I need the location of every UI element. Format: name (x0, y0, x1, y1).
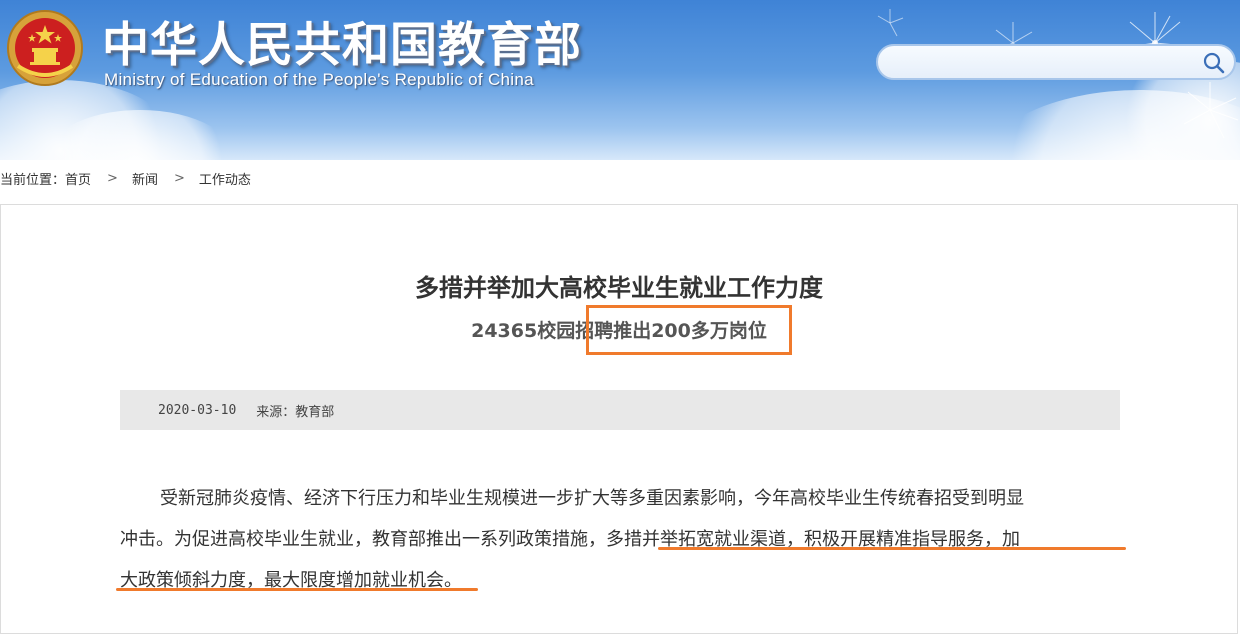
highlight-annotation-box (586, 305, 792, 355)
paragraph-line: 冲击。为促进高校毕业生就业，教育部推出一系列政策措施，多措并举拓宽就业渠道，积极… (120, 519, 1130, 560)
article-source: 来源：教育部 (256, 404, 335, 420)
search-input[interactable] (892, 51, 1196, 75)
site-title: 中华人民共和国教育部 (102, 18, 582, 73)
breadcrumb: 当前位置： 首页 > 新闻 > 工作动态 (0, 168, 251, 188)
search-icon[interactable] (1202, 51, 1226, 75)
site-header-banner: 中华人民共和国教育部 Ministry of Education of the … (0, 0, 1240, 160)
article-paragraph: 受新冠肺炎疫情、经济下行压力和毕业生规模进一步扩大等多重因素影响，今年高校毕业生… (120, 478, 1130, 601)
breadcrumb-separator-icon: > (173, 170, 185, 186)
breadcrumb-home-link[interactable]: 首页 (65, 169, 91, 188)
paragraph-line: 大政策倾斜力度，最大限度增加就业机会。 (120, 560, 1130, 601)
article-title: 多措并举加大高校毕业生就业工作力度 (415, 274, 823, 302)
article-date: 2020-03-10 (158, 402, 237, 418)
breadcrumb-work-updates-link[interactable]: 工作动态 (199, 169, 251, 188)
dandelion-decoration-icon (1183, 82, 1239, 139)
paragraph-line: 受新冠肺炎疫情、经济下行压力和毕业生规模进一步扩大等多重因素影响，今年高校毕业生… (120, 478, 1130, 519)
highlight-underline (658, 547, 1126, 550)
breadcrumb-separator-icon: > (107, 170, 118, 186)
paragraph-line-text: 受新冠肺炎疫情、经济下行压力和毕业生规模进一步扩大等多重因素影响，今年高校毕业生… (160, 488, 1024, 509)
article-meta-bar: 2020-03-10 来源：教育部 (120, 390, 1120, 430)
site-subtitle: Ministry of Education of the People's Re… (104, 70, 534, 89)
dandelion-decoration-icon (877, 9, 904, 37)
breadcrumb-prefix: 当前位置： (0, 172, 66, 188)
national-emblem-icon (7, 10, 83, 86)
breadcrumb-news-link[interactable]: 新闻 (132, 169, 158, 188)
search-bar (876, 44, 1236, 80)
highlight-underline (116, 588, 478, 591)
